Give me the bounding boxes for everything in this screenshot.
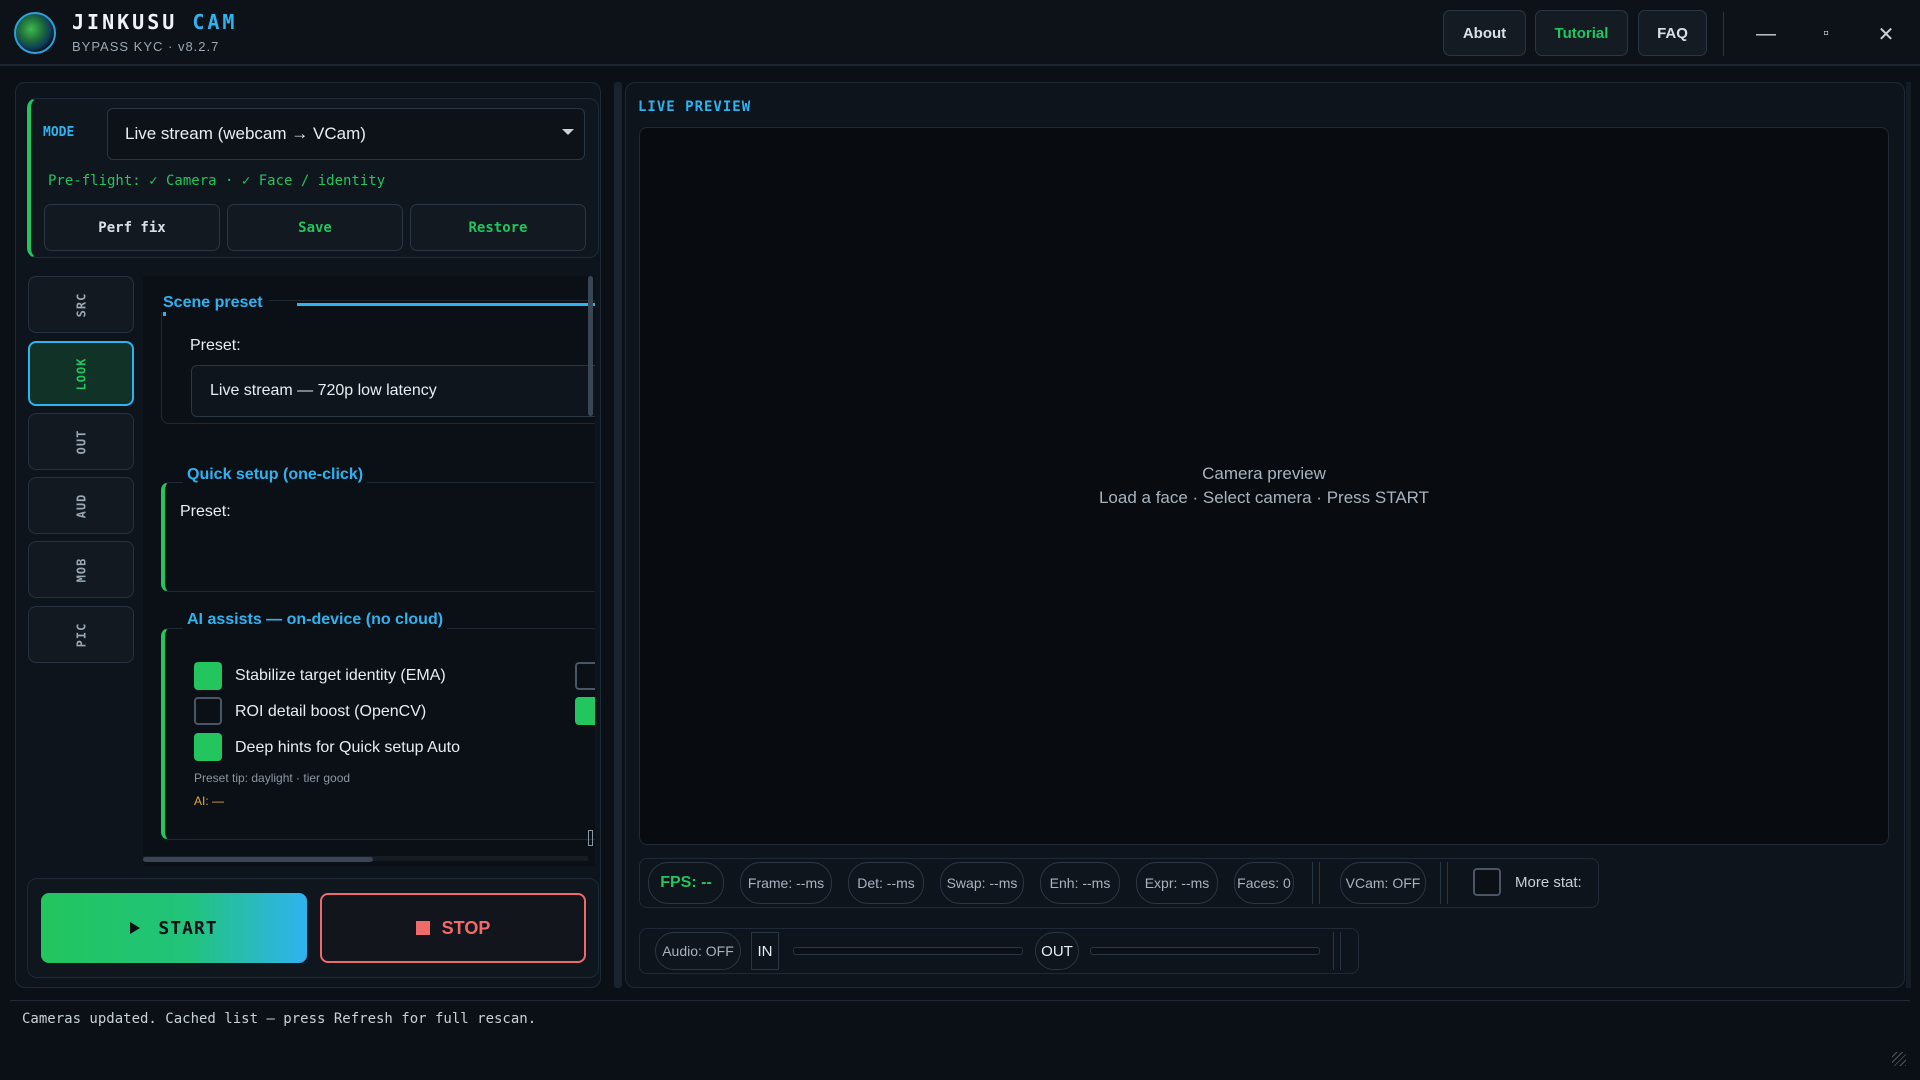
restore-button[interactable]: Restore bbox=[410, 204, 586, 251]
status-message: Cameras updated. Cached list — press Ref… bbox=[22, 1011, 537, 1027]
look-tab-content[interactable]: Scene preset Preset: Live stream — 720p … bbox=[143, 276, 595, 866]
scene-preset-select[interactable]: Live stream — 720p low latency bbox=[191, 365, 595, 417]
quick-setup-title: Quick setup (one-click) bbox=[187, 466, 364, 483]
start-button[interactable]: START bbox=[41, 893, 307, 963]
more-stats-label: More stat: bbox=[1515, 874, 1582, 891]
right-scrollbar[interactable] bbox=[1906, 82, 1911, 988]
tab-pic-label: PIC bbox=[74, 622, 88, 647]
scene-preset-value: Live stream — 720p low latency bbox=[210, 382, 437, 399]
stats-separator bbox=[1312, 862, 1320, 904]
preview-placeholder-title: Camera preview bbox=[1202, 464, 1326, 483]
det-stat: Det: --ms bbox=[848, 862, 924, 904]
quick-setup-title-wrap: Quick setup (one-click) bbox=[183, 466, 368, 484]
vertical-scrollbar-thumb[interactable] bbox=[588, 276, 593, 416]
stop-button[interactable]: STOP bbox=[320, 893, 586, 963]
start-label: START bbox=[158, 917, 218, 939]
app-name: JINKUSU CAM bbox=[72, 10, 237, 34]
roi-boost-checkbox[interactable] bbox=[194, 697, 222, 725]
ai-assists-title-wrap: AI assists — on-device (no cloud) bbox=[183, 611, 448, 629]
quick-setup-card bbox=[161, 482, 595, 592]
camera-preview bbox=[639, 127, 1889, 845]
tab-mob-label: MOB bbox=[74, 557, 88, 582]
tab-out[interactable]: OUT bbox=[28, 413, 134, 470]
swap-stat: Swap: --ms bbox=[940, 862, 1024, 904]
tab-out-label: OUT bbox=[74, 429, 88, 454]
frame-stat: Frame: --ms bbox=[740, 862, 832, 904]
audio-out-label: OUT bbox=[1035, 932, 1079, 970]
close-button[interactable]: ✕ bbox=[1871, 22, 1901, 46]
faces-stat: Faces: 0 bbox=[1234, 862, 1294, 904]
vcam-stat: VCam: OFF bbox=[1340, 862, 1426, 904]
tab-aud[interactable]: AUD bbox=[28, 477, 134, 534]
titlebar-divider bbox=[1723, 12, 1724, 56]
mode-label: MODE bbox=[43, 125, 75, 140]
mode-select[interactable]: Live stream (webcam → VCam) bbox=[107, 108, 585, 160]
tab-mob[interactable]: MOB bbox=[28, 541, 134, 598]
tutorial-button[interactable]: Tutorial bbox=[1535, 10, 1628, 56]
app-name-accent: CAM bbox=[192, 10, 238, 34]
save-button[interactable]: Save bbox=[227, 204, 403, 251]
stabilize-label: Stabilize target identity (EMA) bbox=[235, 667, 446, 684]
tab-aud-label: AUD bbox=[74, 493, 88, 518]
scene-preset-underline bbox=[297, 303, 595, 306]
title-bar bbox=[0, 0, 1920, 66]
deep-hints-label: Deep hints for Quick setup Auto bbox=[235, 739, 461, 756]
preview-placeholder-hint: Load a face · Select camera · Press STAR… bbox=[1098, 488, 1430, 507]
scene-preset-title: Scene preset bbox=[163, 294, 263, 311]
tab-look-label: LOOK bbox=[74, 357, 88, 390]
stop-icon bbox=[415, 921, 430, 935]
app-logo bbox=[14, 12, 56, 54]
perf-fix-button[interactable]: Perf fix bbox=[44, 204, 220, 251]
chevron-down-icon bbox=[562, 129, 574, 135]
audio-in-meter bbox=[793, 947, 1023, 955]
enh-stat: Enh: --ms bbox=[1040, 862, 1120, 904]
fps-stat: FPS: -- bbox=[648, 862, 724, 904]
tab-pic[interactable]: PIC bbox=[28, 606, 134, 663]
extra-checkbox-1[interactable] bbox=[575, 662, 595, 690]
preview-title: LIVE PREVIEW bbox=[638, 99, 752, 115]
audio-in-label: IN bbox=[751, 932, 779, 970]
expr-stat: Expr: --ms bbox=[1136, 862, 1218, 904]
about-button[interactable]: About bbox=[1443, 10, 1526, 56]
maximize-button[interactable]: ▫ bbox=[1811, 22, 1841, 46]
scene-preset-label: Preset: bbox=[190, 337, 241, 354]
play-icon bbox=[130, 922, 141, 934]
ai-status: AI: — bbox=[194, 794, 225, 808]
ai-assists-title: AI assists — on-device (no cloud) bbox=[187, 611, 444, 628]
scroll-down-arrow[interactable] bbox=[588, 830, 593, 846]
faq-button[interactable]: FAQ bbox=[1638, 10, 1707, 56]
scene-preset-title-wrap: Scene preset bbox=[157, 294, 269, 312]
stabilize-checkbox[interactable] bbox=[194, 662, 222, 690]
tab-src[interactable]: SRC bbox=[28, 276, 134, 333]
audio-out-meter bbox=[1090, 947, 1320, 955]
extra-checkbox-2[interactable] bbox=[575, 697, 595, 725]
tab-src-label: SRC bbox=[74, 292, 88, 317]
roi-boost-label: ROI detail boost (OpenCV) bbox=[235, 703, 427, 720]
audio-separator bbox=[1333, 932, 1341, 970]
horizontal-scrollbar-thumb[interactable] bbox=[143, 857, 373, 862]
minimize-button[interactable]: — bbox=[1751, 22, 1781, 46]
app-subtitle: BYPASS KYC · v8.2.7 bbox=[72, 39, 220, 54]
mode-select-value: Live stream (webcam → VCam) bbox=[125, 124, 366, 143]
preflight-status: Pre-flight: ✓ Camera · ✓ Face / identity bbox=[48, 173, 386, 189]
preset-tip: Preset tip: daylight · tier good bbox=[194, 771, 351, 785]
deep-hints-checkbox[interactable] bbox=[194, 733, 222, 761]
app-name-primary: JINKUSU bbox=[72, 10, 178, 34]
ai-assists-card bbox=[161, 628, 595, 840]
more-stats-checkbox[interactable] bbox=[1473, 868, 1501, 896]
stats-separator-2 bbox=[1440, 862, 1448, 904]
quick-setup-label: Preset: bbox=[180, 503, 231, 520]
resize-grip-icon[interactable] bbox=[1892, 1052, 1906, 1066]
panel-splitter[interactable] bbox=[614, 82, 622, 988]
stop-label: STOP bbox=[441, 917, 491, 938]
tab-look[interactable]: LOOK bbox=[28, 341, 134, 406]
audio-status: Audio: OFF bbox=[655, 932, 741, 970]
